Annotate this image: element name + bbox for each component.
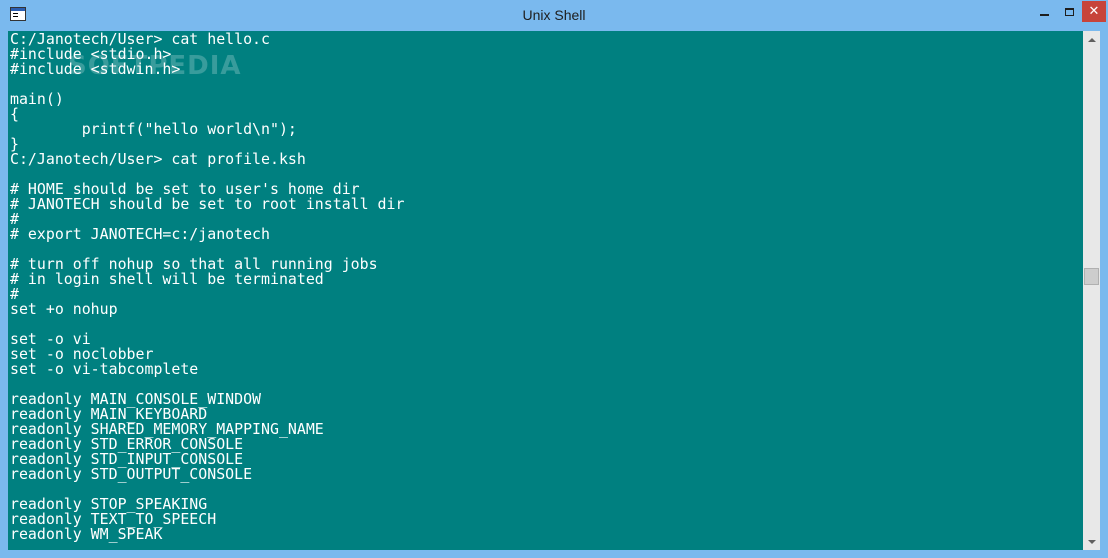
terminal-output[interactable]: C:/Janotech/User> cat hello.c #include <s… [10, 32, 1080, 548]
minimize-button[interactable] [1031, 1, 1057, 22]
terminal-line: # export JANOTECH=c:/janotech [10, 225, 270, 243]
terminal-line: # in login shell will be terminated [10, 270, 324, 288]
scroll-thumb[interactable] [1084, 268, 1099, 285]
terminal-line: set -o vi-tabcomplete [10, 360, 199, 378]
terminal-line: main() [10, 90, 64, 108]
terminal-line: set +o nohup [10, 300, 118, 318]
shell-window: Unix Shell ✕ C:/Janotech/User> cat hello… [0, 0, 1108, 558]
scroll-down-button[interactable] [1083, 533, 1100, 550]
minimize-icon [1039, 13, 1049, 16]
terminal-line: # [10, 285, 19, 303]
terminal-area[interactable]: C:/Janotech/User> cat hello.c #include <s… [8, 31, 1100, 550]
terminal-line: readonly TEXT_TO_SPEECH [10, 510, 217, 528]
close-icon: ✕ [1088, 4, 1100, 19]
arrow-up-icon [1087, 37, 1096, 42]
terminal-line: readonly WM_SPEAK [10, 525, 163, 543]
terminal-line: readonly STD_OUTPUT_CONSOLE [10, 465, 253, 483]
title-bar[interactable]: Unix Shell ✕ [0, 0, 1108, 31]
close-button[interactable]: ✕ [1082, 1, 1106, 22]
terminal-line: set -o vi [10, 330, 91, 348]
window-title: Unix Shell [522, 7, 586, 23]
scroll-up-button[interactable] [1083, 31, 1100, 48]
terminal-line: C:/Janotech/User> cat profile.ksh [10, 150, 306, 168]
maximize-button[interactable] [1057, 1, 1082, 22]
maximize-icon [1065, 7, 1074, 16]
terminal-line: #include <stdwin.h> [10, 60, 181, 78]
terminal-line: # JANOTECH should be set to root install… [10, 195, 405, 213]
arrow-down-icon [1087, 539, 1096, 544]
vertical-scrollbar[interactable] [1083, 31, 1100, 550]
terminal-line: printf("hello world\n"); [10, 120, 297, 138]
